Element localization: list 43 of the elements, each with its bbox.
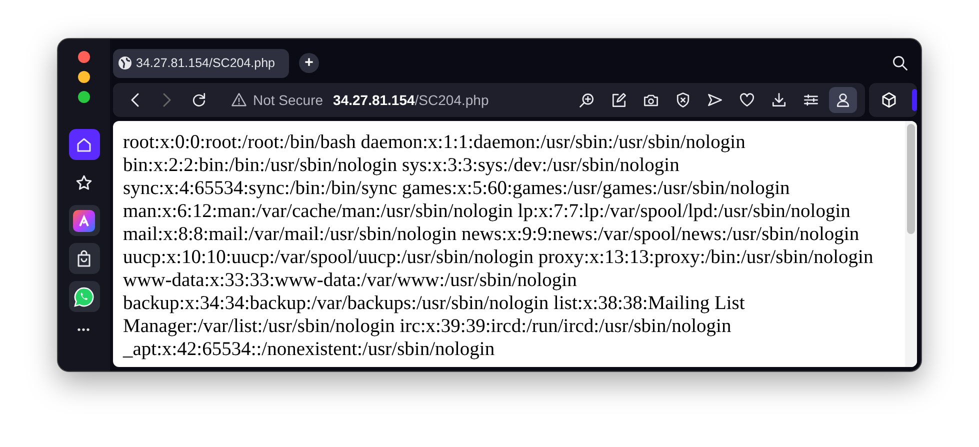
maximize-button[interactable] <box>78 91 90 103</box>
text-line: Manager:/var/list:/usr/sbin/nologin irc:x:39:39:ircd:/run/ircd:/usr/sbin/nologin <box>123 315 732 338</box>
scrollbar-thumb[interactable] <box>907 124 915 234</box>
text-line: www-data:x:33:33:www-data:/var/www:/usr/sbin/nologin <box>123 269 577 292</box>
minimize-button[interactable] <box>78 71 90 83</box>
search-icon[interactable] <box>891 54 909 72</box>
edit-icon <box>610 91 628 109</box>
globe-icon <box>118 56 132 70</box>
text-line: mail:x:8:8:mail:/var/mail:/usr/sbin/nologin news:x:9:9:news:/var/spool/news:/usr/sbin/nologin <box>123 223 860 246</box>
shield-icon <box>674 91 692 109</box>
address-bar[interactable]: Not Secure 34.27.81.154/SC204.php <box>231 90 489 110</box>
text-line: man:x:6:12:man:/var/cache/man:/usr/sbin/nologin lp:x:7:7:lp:/var/spool/lpd:/usr/sbin/nologin <box>123 200 850 223</box>
text-line: _apt:x:42:65534::/nonexistent:/usr/sbin/nologin <box>123 338 495 361</box>
download-icon <box>770 91 788 109</box>
sidebar-button[interactable] <box>68 281 100 312</box>
more-button[interactable]: ••• <box>77 323 91 338</box>
zoom-in-icon <box>578 91 596 109</box>
browser-tab[interactable]: 34.27.81.154/SC204.php <box>113 48 289 78</box>
app-icon <box>73 210 95 232</box>
url-text: 34.27.81.154/SC204.php <box>333 90 489 110</box>
back-icon <box>130 92 140 108</box>
reload-icon <box>190 91 208 109</box>
text-line: backup:x:34:34:backup:/var/backups:/usr/sbin/nologin list:x:38:38:Mailing List <box>123 292 745 315</box>
text-line: bin:x:2:2:bin:/bin:/usr/sbin/nologin sys:x:3:3:sys:/dev:/usr/sbin/nologin <box>123 154 680 177</box>
profile-icon <box>834 91 852 109</box>
sidebar-button[interactable] <box>68 243 100 274</box>
warning-icon <box>231 92 247 108</box>
sidebar-button[interactable] <box>68 129 100 160</box>
heart-icon <box>738 91 756 109</box>
star-icon <box>74 172 94 192</box>
text-line: root:x:0:0:root:/root:/bin/bash daemon:x:1:1:daemon:/usr/sbin:/usr/sbin/nologin <box>123 131 746 154</box>
text-line: sync:x:4:65534:sync:/bin:/bin/sync games:x:5:60:games:/usr/games:/usr/sbin/nologin <box>123 177 790 200</box>
profile-button[interactable] <box>829 87 857 113</box>
forward-icon <box>162 92 172 108</box>
sidebar-button[interactable] <box>68 205 100 236</box>
security-label: Not Secure <box>253 90 324 110</box>
scrollbar[interactable] <box>905 121 917 367</box>
scroll-indicator <box>912 89 917 111</box>
close-button[interactable] <box>78 51 90 63</box>
send-icon <box>706 91 724 109</box>
new-tab-button[interactable]: + <box>299 53 319 73</box>
text-line: uucp:x:10:10:uucp:/var/spool/uucp:/usr/sbin/nologin proxy:x:13:13:proxy:/bin:/usr/sbin/nologin <box>123 246 874 269</box>
chat-icon <box>73 286 95 308</box>
